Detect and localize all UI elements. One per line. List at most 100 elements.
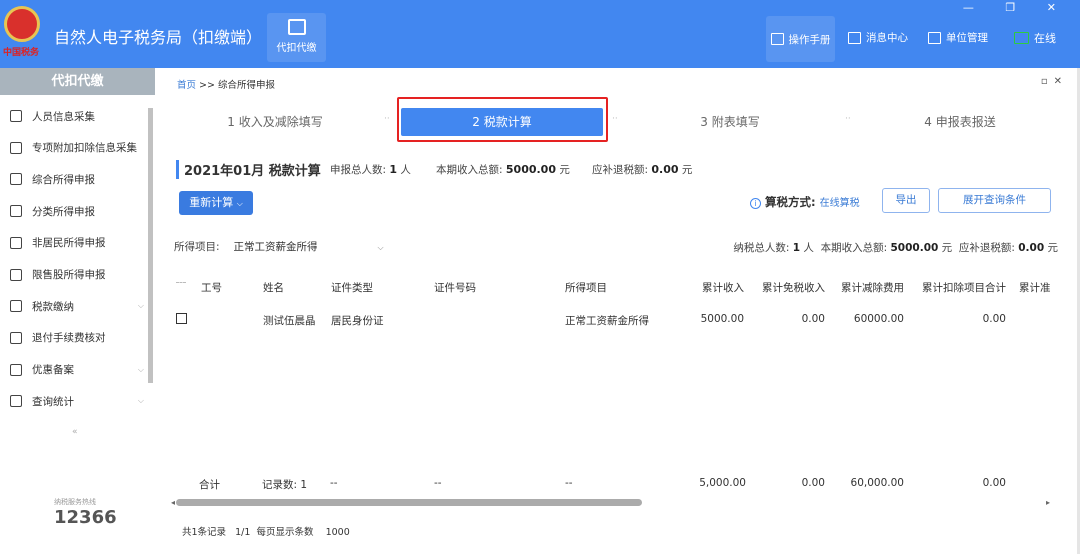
total-exempt: 0.00 bbox=[801, 477, 825, 489]
manual-icon bbox=[770, 33, 784, 45]
sidebar-item-label: 退付手续费核对 bbox=[32, 332, 106, 345]
wallet-icon bbox=[287, 19, 306, 35]
sidebar-item[interactable]: 税款缴纳 ⌵ bbox=[0, 290, 148, 322]
info-icon: i bbox=[750, 198, 761, 209]
message-label: 消息中心 bbox=[866, 32, 908, 44]
income-item-filter[interactable]: 所得项目: 正常工资薪金所得 ⌵ bbox=[174, 239, 384, 254]
list-icon bbox=[10, 141, 22, 154]
sidebar-item-label: 人员信息采集 bbox=[32, 110, 95, 123]
filter-value: 正常工资薪金所得 bbox=[233, 241, 318, 253]
row-checkbox[interactable] bbox=[176, 313, 187, 324]
expand-query-button[interactable]: 展开查询条件 bbox=[938, 188, 1051, 213]
sidebar-scrollbar[interactable] bbox=[148, 108, 153, 383]
step-divider: ·· bbox=[384, 114, 390, 124]
total-cell: -- bbox=[434, 477, 442, 489]
chevron-down-icon: ⌵ bbox=[137, 364, 144, 374]
app-title: 自然人电子税务局（扣缴端） bbox=[54, 28, 263, 47]
column-header: 姓名 bbox=[263, 282, 284, 294]
building-icon bbox=[928, 31, 941, 44]
summary-income: 本期收入总额: 5000.00 元 bbox=[436, 163, 570, 176]
user-icon bbox=[10, 236, 22, 249]
manual-label: 操作手册 bbox=[788, 33, 831, 46]
breadcrumb: 首页 >> 综合所得申报 bbox=[163, 77, 275, 91]
sidebar-title: 代扣代缴 bbox=[0, 68, 155, 95]
file-icon bbox=[10, 363, 22, 376]
sidebar-item[interactable]: 分类所得申报 bbox=[0, 195, 148, 227]
online-monitor-icon bbox=[1014, 32, 1029, 44]
breadcrumb-current: 综合所得申报 bbox=[218, 80, 276, 91]
sidebar-item[interactable]: 查询统计 ⌵ bbox=[0, 385, 148, 417]
scroll-left-icon[interactable]: ◂ bbox=[171, 498, 175, 507]
layers-icon bbox=[10, 173, 22, 186]
sidebar-item-label: 查询统计 bbox=[32, 395, 74, 408]
summary-people: 申报总人数: 1 人 bbox=[330, 163, 411, 176]
per-page-select[interactable]: 1000 bbox=[326, 527, 350, 538]
panel-controls[interactable]: ▫✕ bbox=[1041, 76, 1068, 87]
column-header: 累计减除费用 bbox=[841, 282, 904, 294]
collapse-sidebar-icon[interactable]: « bbox=[72, 427, 78, 437]
column-header: 证件号码 bbox=[434, 282, 476, 294]
unit-management-button[interactable]: 单位管理 bbox=[928, 30, 988, 45]
scroll-right-icon[interactable]: ▸ bbox=[1046, 498, 1050, 507]
filter-stats: 纳税总人数: 1 人 本期收入总额: 5000.00 元 应补退税额: 0.00… bbox=[733, 242, 1058, 254]
total-cell: -- bbox=[330, 477, 338, 489]
chevron-down-icon: ⌵ bbox=[137, 301, 144, 311]
table-cell: 0.00 bbox=[982, 313, 1006, 325]
manual-button[interactable]: 操作手册 bbox=[766, 16, 835, 62]
table-cell: 测试伍晨晶 bbox=[263, 315, 316, 327]
select-all-checkbox[interactable] bbox=[176, 282, 186, 290]
module-tab-withholding[interactable]: 代扣代缴 bbox=[267, 13, 326, 62]
tax-method: i 算税方式: 在线算税 bbox=[750, 194, 860, 210]
mail-icon bbox=[848, 31, 861, 44]
sidebar-item[interactable]: 退付手续费核对 bbox=[0, 322, 148, 354]
tax-emblem-logo bbox=[4, 6, 40, 42]
step-4[interactable]: 4 申报表报送 bbox=[880, 108, 1040, 136]
step-3[interactable]: 3 附表填写 bbox=[650, 108, 810, 136]
column-header: 累计扣除项目合计 bbox=[922, 282, 1006, 294]
sidebar-item[interactable]: 优惠备案 ⌵ bbox=[0, 354, 148, 386]
doc-check-icon bbox=[10, 331, 22, 344]
table-cell: 0.00 bbox=[801, 313, 825, 325]
message-center-button[interactable]: 消息中心 bbox=[848, 30, 908, 45]
hotline-caption: 纳税服务热线 bbox=[54, 498, 96, 506]
module-tab-label: 代扣代缴 bbox=[276, 43, 317, 54]
sidebar-item[interactable]: 综合所得申报 bbox=[0, 163, 148, 195]
hotline-logo: 纳税服务热线 12366 bbox=[18, 497, 117, 528]
table-cell: 5000.00 bbox=[700, 313, 744, 325]
sidebar-item-label: 优惠备案 bbox=[32, 364, 74, 377]
highlight-box bbox=[397, 97, 608, 142]
tax-method-link[interactable]: 在线算税 bbox=[820, 198, 860, 209]
column-header: 证件类型 bbox=[331, 282, 373, 294]
column-header: 累计免税收入 bbox=[762, 282, 825, 294]
breadcrumb-home[interactable]: 首页 bbox=[177, 80, 196, 91]
search-list-icon bbox=[10, 395, 22, 408]
total-deduct: 60,000.00 bbox=[850, 477, 904, 489]
online-status-button[interactable]: 在线 bbox=[1014, 30, 1056, 46]
chevron-down-icon: ⌵ bbox=[377, 243, 384, 252]
sidebar-item[interactable]: 限售股所得申报 bbox=[0, 259, 148, 291]
column-header: 所得项目 bbox=[565, 282, 607, 294]
total-label: 合计 bbox=[199, 479, 220, 491]
breadcrumb-sep: >> bbox=[199, 80, 215, 91]
step-1[interactable]: 1 收入及减除填写 bbox=[190, 108, 360, 136]
sidebar-item[interactable]: 专项附加扣除信息采集 bbox=[0, 132, 148, 164]
pagination: 共1条记录 1/1 每页显示条数 1000 bbox=[182, 527, 350, 538]
online-label: 在线 bbox=[1034, 32, 1056, 45]
folder-icon bbox=[10, 300, 22, 313]
page-title: 2021年01月 税款计算 bbox=[176, 160, 321, 179]
unit-label: 单位管理 bbox=[946, 32, 988, 44]
sidebar-item[interactable]: 人员信息采集 bbox=[0, 100, 148, 132]
recalculate-button[interactable]: 重新计算 ⌵ bbox=[179, 191, 253, 215]
export-button[interactable]: 导出 bbox=[882, 188, 930, 213]
total-items: 0.00 bbox=[982, 477, 1006, 489]
table-cell: 60000.00 bbox=[853, 313, 904, 325]
bar-chart-icon bbox=[10, 268, 22, 281]
sidebar-item[interactable]: 非居民所得申报 bbox=[0, 227, 148, 259]
user-add-icon bbox=[10, 110, 22, 122]
chevron-down-icon: ⌵ bbox=[137, 396, 144, 406]
horizontal-scrollbar[interactable] bbox=[176, 499, 642, 506]
window-controls[interactable]: — ❐ ✕ bbox=[963, 1, 1070, 14]
sidebar-item-label: 综合所得申报 bbox=[32, 173, 95, 186]
column-header: 累计准 bbox=[1019, 282, 1051, 294]
sidebar-item-label: 限售股所得申报 bbox=[32, 269, 106, 281]
